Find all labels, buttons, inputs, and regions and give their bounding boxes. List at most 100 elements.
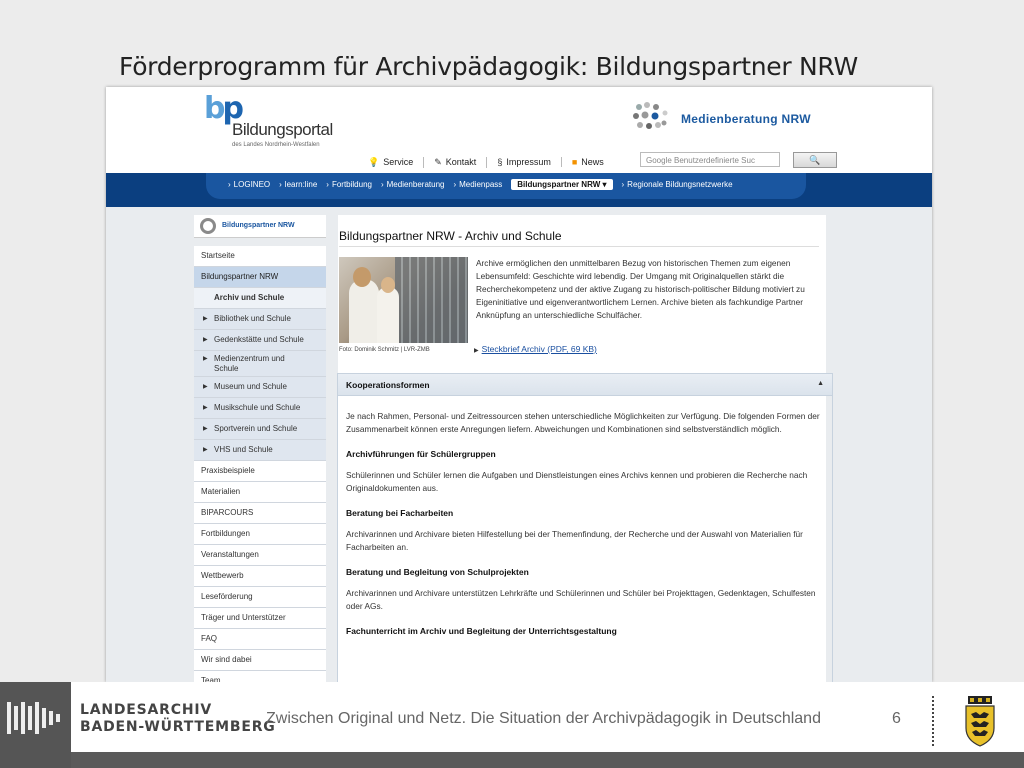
- photo-shelf: [395, 257, 468, 343]
- section-text: Archivarinnen und Archivare bieten Hilfe…: [346, 529, 803, 552]
- sidebar-item-wir-sind-dabei[interactable]: Wir sind dabei: [194, 650, 326, 671]
- nav-label: Medienpass: [459, 179, 503, 189]
- main-nav-items: › LOGINEO › learn:line › Fortbildung › Medie…: [228, 176, 742, 192]
- sidebar-item-label: Musikschule und Schule: [214, 403, 301, 412]
- nav-label: Fortbildung: [331, 179, 372, 189]
- nav-arrow-icon: ›: [453, 179, 457, 189]
- rss-icon: ■: [571, 157, 578, 167]
- util-service[interactable]: 💡 Service: [368, 156, 425, 168]
- triangle-right-icon: ▶: [203, 384, 208, 390]
- slide-title: Förderprogramm für Archivpädagogik: Bild…: [119, 52, 858, 81]
- dropdown-caret-icon: ▾: [602, 179, 607, 189]
- nav-medienberatung[interactable]: › Medienberatung: [381, 180, 445, 189]
- title-divider: [339, 246, 819, 247]
- sidebar-item-faq[interactable]: FAQ: [194, 629, 326, 650]
- sidebar-item-praxisbeispiele[interactable]: Praxisbeispiele: [194, 461, 326, 482]
- archive-name-line2: BADEN-WÜRTTEMBERG: [80, 719, 276, 735]
- bildungspartner-logo-icon: [200, 218, 216, 234]
- slide-footer: LANDESARCHIV BADEN-WÜRTTEMBERG Zwischen …: [0, 682, 1024, 768]
- sidebar-item-bibliothek[interactable]: ▶ Bibliothek und Schule: [194, 309, 326, 330]
- caret-up-icon: ▲: [817, 380, 824, 387]
- footer-text: Zwischen Original und Netz. Die Situatio…: [266, 710, 821, 727]
- sidebar-item-veranstaltungen[interactable]: Veranstaltungen: [194, 545, 326, 566]
- sidebar-logo: Bildungspartner NRW: [194, 215, 326, 238]
- nav-label: Medienberatung: [386, 179, 445, 189]
- sidebar-item-medienzentrum[interactable]: ▶ Medienzentrum und Schule: [194, 351, 326, 377]
- nav-regionale-bildungsnetzwerke[interactable]: › Regionale Bildungsnetzwerke: [622, 180, 733, 189]
- nav-label: Regionale Bildungsnetzwerke: [627, 179, 733, 189]
- section-text: Archivarinnen und Archivare unterstützen…: [346, 588, 816, 611]
- sidebar-item-musikschule[interactable]: ▶ Musikschule und Schule: [194, 398, 326, 419]
- util-impressum[interactable]: § Impressum: [497, 157, 562, 167]
- sidebar-item-bildungspartner[interactable]: Bildungspartner NRW: [194, 267, 326, 288]
- sidebar-item-traeger[interactable]: Träger und Unterstützer: [194, 608, 326, 629]
- sidebar-item-materialien[interactable]: Materialien: [194, 482, 326, 503]
- utility-nav: 💡 Service ✎ Kontakt § Impressum ■ News: [368, 155, 624, 169]
- util-kontakt-label: Kontakt: [445, 157, 477, 167]
- sidebar-item-archiv-und-schule[interactable]: Archiv und Schule: [194, 288, 326, 309]
- triangle-right-icon: ▶: [203, 447, 208, 453]
- sidebar-item-startseite[interactable]: Startseite: [194, 246, 326, 267]
- triangle-right-icon: ▶: [203, 316, 208, 322]
- bildungsportal-logo[interactable]: bp Bildungsportal des Landes Nordrhein-W…: [204, 94, 334, 150]
- search-input[interactable]: Google Benutzerdefinierte Suc: [640, 152, 780, 167]
- intro-text: Archive ermöglichen den unmittelbaren Be…: [476, 258, 805, 320]
- accordion-intro: Je nach Rahmen, Personal- und Zeitressou…: [346, 411, 820, 434]
- nav-arrow-icon: ›: [279, 179, 282, 189]
- photo-person: [377, 287, 399, 343]
- triangle-right-icon: ▶: [203, 426, 208, 432]
- sidebar-item-team[interactable]: Team: [194, 671, 326, 682]
- util-impressum-label: Impressum: [506, 157, 551, 167]
- medienberatung-logo-text: Medienberatung NRW: [681, 112, 811, 126]
- nav-logineo[interactable]: › LOGINEO: [228, 180, 270, 189]
- landesarchiv-logo: [0, 682, 71, 768]
- bp-logo-name: Bildungsportal: [232, 120, 333, 139]
- accordion-header[interactable]: Kooperationsformen ▲: [338, 374, 832, 396]
- main-nav: › LOGINEO › learn:line › Fortbildung › Medie…: [106, 173, 932, 207]
- util-service-label: Service: [383, 157, 414, 167]
- landesarchiv-columns-icon: [7, 702, 60, 734]
- triangle-right-icon: ▶: [203, 356, 208, 362]
- steckbrief-download-link[interactable]: ▶ Steckbrief Archiv (PDF, 69 KB): [474, 344, 597, 354]
- footer-band: [71, 752, 1024, 768]
- footer-divider: [932, 696, 934, 746]
- website-screenshot: bp Bildungsportal des Landes Nordrhein-W…: [106, 87, 932, 682]
- sidebar-item-gedenkstaette[interactable]: ▶ Gedenkstätte und Schule: [194, 330, 326, 351]
- util-news[interactable]: ■ News: [572, 157, 614, 167]
- pencil-icon: ✎: [434, 156, 442, 167]
- sidebar-item-label: Medienzentrum und: [214, 354, 285, 363]
- photo-person-head: [381, 277, 395, 293]
- sidebar-item-label: VHS und Schule: [214, 445, 273, 454]
- util-news-label: News: [581, 157, 604, 167]
- nav-arrow-icon: ›: [621, 179, 625, 189]
- photo-caption: Foto: Dominik Schmitz | LVR-ZMB: [339, 347, 430, 353]
- sidebar-item-lesefoerderung[interactable]: Leseförderung: [194, 587, 326, 608]
- medienberatung-logo[interactable]: Medienberatung NRW: [631, 101, 851, 137]
- sidebar-item-label: Museum und Schule: [214, 382, 287, 391]
- accordion-title: Kooperationsformen: [346, 380, 430, 390]
- nav-fortbildung[interactable]: › Fortbildung: [326, 180, 372, 189]
- sidebar-item-fortbildungen[interactable]: Fortbildungen: [194, 524, 326, 545]
- util-kontakt[interactable]: ✎ Kontakt: [434, 156, 488, 168]
- sidebar-item-label-line2: Schule: [214, 364, 239, 373]
- page-number: 6: [892, 710, 901, 727]
- triangle-right-icon: ▶: [203, 337, 208, 343]
- sidebar-item-wettbewerb[interactable]: Wettbewerb: [194, 566, 326, 587]
- sidebar-item-vhs[interactable]: ▶ VHS und Schule: [194, 440, 326, 461]
- nav-arrow-icon: ›: [380, 179, 384, 189]
- sidebar: Bildungspartner NRW Startseite Bildungsp…: [194, 215, 326, 682]
- search-button[interactable]: 🔍: [793, 152, 837, 168]
- nav-bildungspartner[interactable]: Bildungspartner NRW ▾: [511, 178, 613, 190]
- section-heading: Fachunterricht im Archiv und Begleitung …: [346, 626, 617, 636]
- nav-label: LOGINEO: [233, 179, 271, 189]
- nav-arrow-icon: ›: [326, 179, 329, 189]
- nav-learnline[interactable]: › learn:line: [279, 180, 317, 189]
- nav-label: Bildungspartner NRW: [517, 179, 601, 189]
- section-heading: Archivführungen für Schülergruppen: [346, 449, 496, 459]
- sidebar-item-sportverein[interactable]: ▶ Sportverein und Schule: [194, 419, 326, 440]
- sidebar-item-biparcours[interactable]: BIPARCOURS: [194, 503, 326, 524]
- archive-name: LANDESARCHIV BADEN-WÜRTTEMBERG: [80, 702, 276, 736]
- nav-medienpass[interactable]: › Medienpass: [453, 180, 502, 189]
- sidebar-item-museum[interactable]: ▶ Museum und Schule: [194, 377, 326, 398]
- triangle-right-icon: ▶: [474, 348, 479, 354]
